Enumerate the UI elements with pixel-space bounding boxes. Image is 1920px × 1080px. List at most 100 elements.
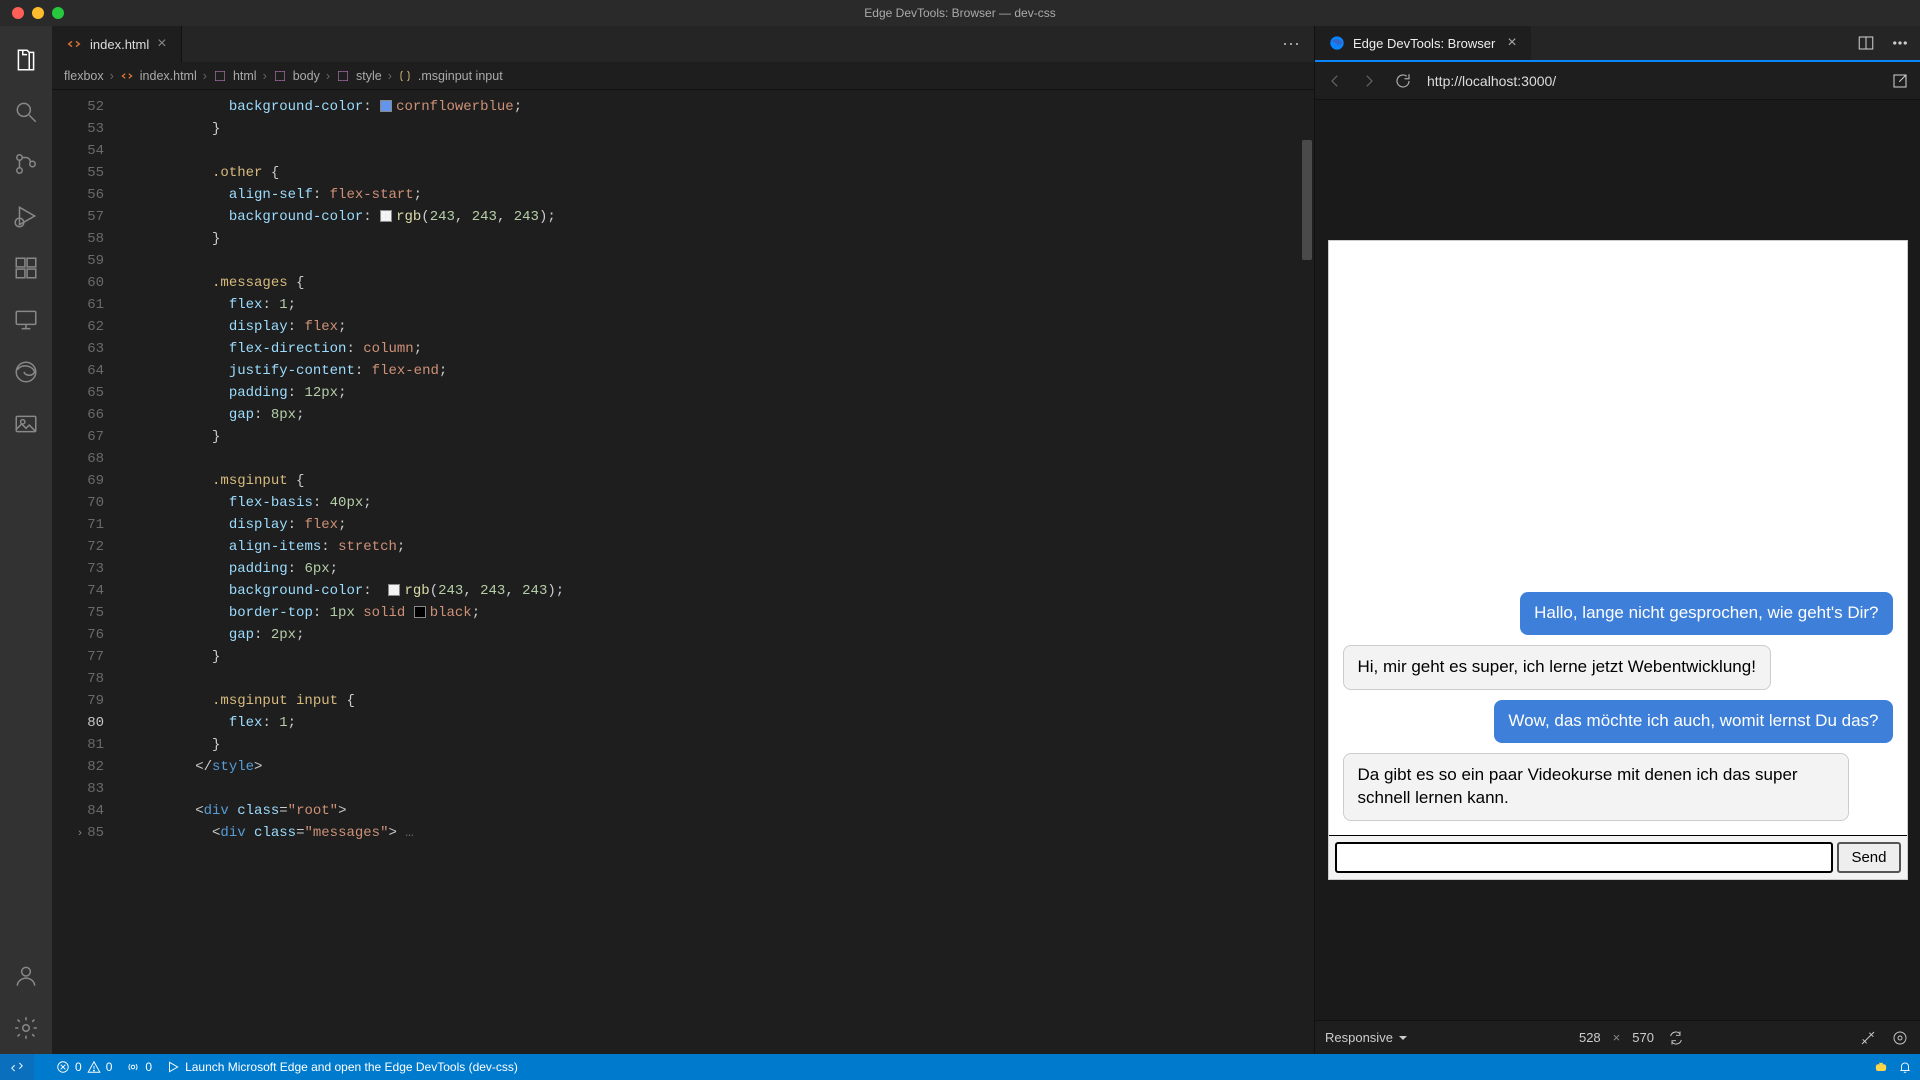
breadcrumbs[interactable]: flexbox › index.html › html › body › sty… [52,62,1314,90]
copilot-status-icon[interactable] [1874,1060,1888,1074]
browser-tab-edge[interactable]: Edge DevTools: Browser × [1315,26,1531,60]
nav-forward-icon[interactable] [1359,71,1379,91]
nav-back-icon[interactable] [1325,71,1345,91]
code-line[interactable]: gap: 8px; [128,404,1300,426]
editor-tab-close-icon[interactable]: × [157,36,166,52]
remote-indicator[interactable] [0,1054,34,1080]
code-line[interactable] [128,250,1300,272]
device-select[interactable]: Responsive [1325,1030,1407,1045]
window-close-button[interactable] [12,7,24,19]
code-line[interactable]: justify-content: flex-end; [128,360,1300,382]
url-field[interactable]: http://localhost:3000/ [1427,73,1876,89]
code-line[interactable]: background-color: rgb(243, 243, 243); [128,580,1300,602]
line-number: 63 [52,338,104,360]
code-line[interactable] [128,448,1300,470]
line-number: 60 [52,272,104,294]
code-line[interactable]: background-color: cornflowerblue; [128,96,1300,118]
code-line[interactable]: </style> [128,756,1300,778]
scrollbar-thumb[interactable] [1302,140,1312,260]
nav-reload-icon[interactable] [1393,71,1413,91]
code-line[interactable] [128,668,1300,690]
window-minimize-button[interactable] [32,7,44,19]
browser-tab-close-icon[interactable]: × [1507,34,1516,52]
viewport-height[interactable]: 570 [1632,1030,1654,1045]
code-line[interactable]: .other { [128,162,1300,184]
code-line[interactable]: } [128,118,1300,140]
ports-status[interactable]: 0 [126,1060,152,1074]
launch-task-status[interactable]: Launch Microsoft Edge and open the Edge … [166,1060,518,1074]
edge-tools-icon[interactable] [10,356,42,388]
more-actions-icon[interactable] [1890,33,1910,53]
chat-input[interactable] [1335,842,1834,873]
code-line[interactable]: border-top: 1px solid black; [128,602,1300,624]
source-control-icon[interactable] [10,148,42,180]
rotate-icon[interactable] [1666,1028,1686,1048]
code-line[interactable] [128,140,1300,162]
code-line[interactable]: flex-basis: 40px; [128,492,1300,514]
line-number-gutter: 5253545556575859606162636465666768697071… [52,90,112,1054]
viewport-width[interactable]: 528 [1579,1030,1601,1045]
line-number: 56 [52,184,104,206]
code-line[interactable]: flex: 1; [128,712,1300,734]
line-number: 68 [52,448,104,470]
code-line[interactable]: gap: 2px; [128,624,1300,646]
split-editor-icon[interactable] [1856,33,1876,53]
code-line[interactable]: .messages { [128,272,1300,294]
code-line[interactable] [128,778,1300,800]
breadcrumb-item[interactable]: html [233,69,257,83]
explorer-icon[interactable] [10,44,42,76]
breadcrumb-item[interactable]: body [293,69,320,83]
code-line[interactable]: <div class="root"> [128,800,1300,822]
screenshot-icon[interactable] [1858,1028,1878,1048]
line-number: 53 [52,118,104,140]
emulation-settings-icon[interactable] [1890,1028,1910,1048]
notifications-icon[interactable] [1898,1060,1912,1074]
code-line[interactable]: display: flex; [128,316,1300,338]
chat-message-me: Hallo, lange nicht gesprochen, wie geht'… [1520,592,1892,635]
breadcrumb-root[interactable]: flexbox [64,69,104,83]
line-number: 61 [52,294,104,316]
gallery-icon[interactable] [10,408,42,440]
code-line[interactable]: display: flex; [128,514,1300,536]
editor-scrollbar[interactable] [1300,90,1314,1054]
code-line[interactable]: } [128,646,1300,668]
window-zoom-button[interactable] [52,7,64,19]
code-line[interactable]: .msginput input { [128,690,1300,712]
code-line[interactable]: padding: 12px; [128,382,1300,404]
editor-column: index.html × ⋯ flexbox › index.html › ht… [52,26,1315,1054]
chat-message-me: Wow, das möchte ich auch, womit lernst D… [1494,700,1892,743]
editor-tab-index-html[interactable]: index.html × [52,26,182,62]
chat-send-button[interactable]: Send [1837,842,1900,873]
account-icon[interactable] [10,960,42,992]
open-external-icon[interactable] [1890,71,1910,91]
code-line[interactable]: align-self: flex-start; [128,184,1300,206]
code-line[interactable]: .msginput { [128,470,1300,492]
code-line[interactable]: flex: 1; [128,294,1300,316]
code-line[interactable]: flex-direction: column; [128,338,1300,360]
breadcrumb-item[interactable]: style [356,69,382,83]
ports-count: 0 [145,1060,152,1074]
device-viewport-wrapper: Hallo, lange nicht gesprochen, wie geht'… [1315,100,1920,1020]
code-line[interactable]: <div class="messages"> … [128,822,1300,844]
code-line[interactable]: } [128,426,1300,448]
browser-panel: Edge DevTools: Browser × [1315,26,1920,1054]
editor-more-actions-icon[interactable]: ⋯ [1278,30,1306,58]
code-line[interactable]: } [128,734,1300,756]
settings-gear-icon[interactable] [10,1012,42,1044]
run-debug-icon[interactable] [10,200,42,232]
search-icon[interactable] [10,96,42,128]
remote-explorer-icon[interactable] [10,304,42,336]
code-editor[interactable]: 5253545556575859606162636465666768697071… [52,90,1314,1054]
code-area[interactable]: background-color: cornflowerblue; } .oth… [112,90,1300,1054]
breadcrumb-item[interactable]: .msginput input [418,69,503,83]
code-line[interactable]: padding: 6px; [128,558,1300,580]
code-line[interactable]: align-items: stretch; [128,536,1300,558]
breadcrumb-file[interactable]: index.html [140,69,197,83]
line-number: 82 [52,756,104,778]
code-line[interactable]: } [128,228,1300,250]
code-line[interactable]: background-color: rgb(243, 243, 243); [128,206,1300,228]
extensions-icon[interactable] [10,252,42,284]
problems-status[interactable]: 0 0 [56,1060,112,1074]
line-number: 83 [52,778,104,800]
chat-message-other: Da gibt es so ein paar Videokurse mit de… [1343,753,1849,821]
